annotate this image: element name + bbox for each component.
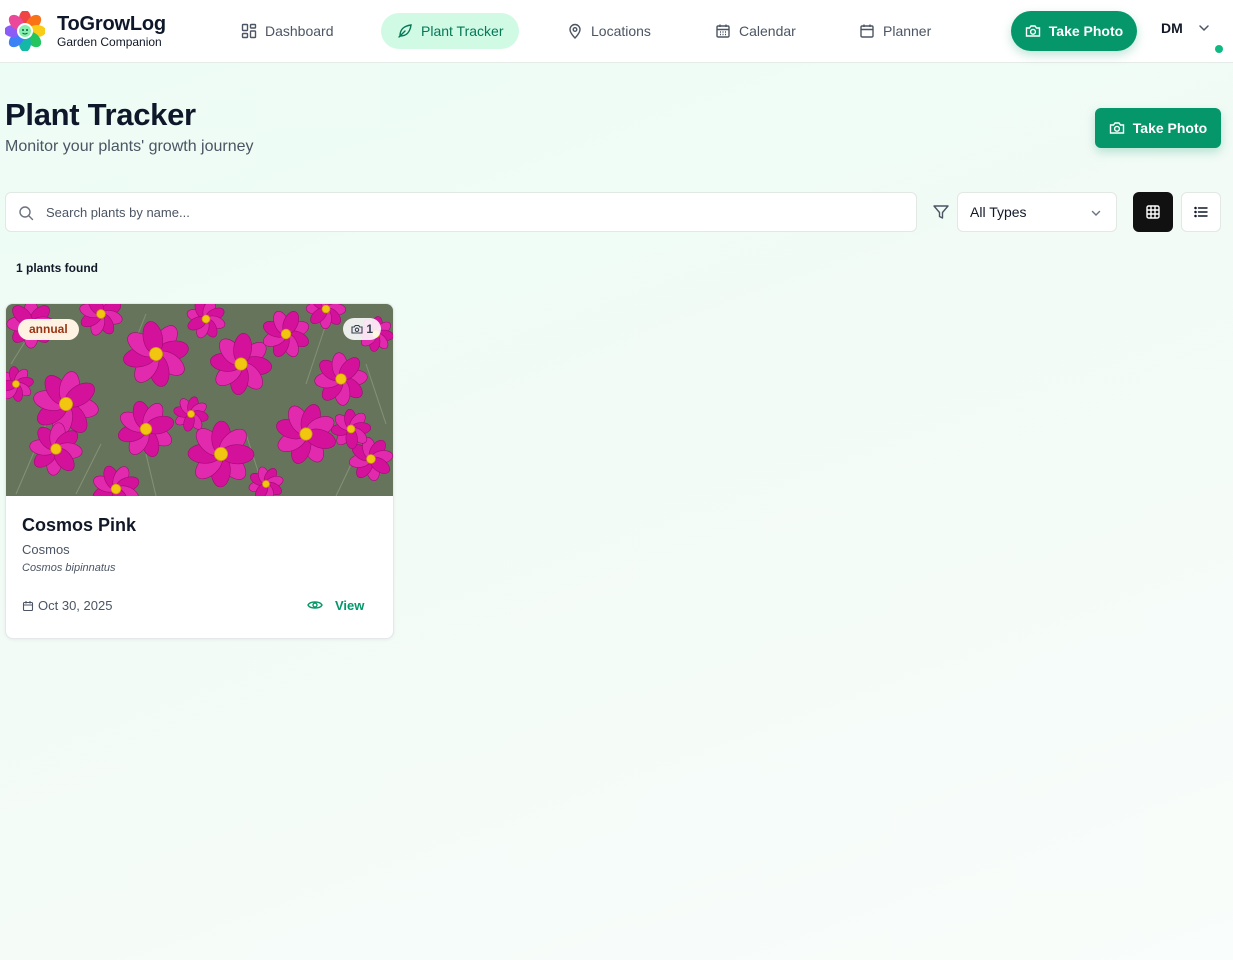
- nav-item-label: Planner: [883, 23, 932, 39]
- nav-item-label: Calendar: [739, 23, 796, 39]
- type-filter-value: All Types: [970, 204, 1027, 220]
- list-view-button[interactable]: [1181, 192, 1221, 232]
- app-name: ToGrowLog: [57, 13, 166, 35]
- calendar-icon: [860, 24, 874, 38]
- layout-grid-icon: [241, 23, 257, 39]
- results-count: 1 plants found: [16, 261, 98, 275]
- user-menu[interactable]: DM: [1161, 20, 1211, 36]
- nav-item-dashboard[interactable]: Dashboard: [225, 13, 350, 49]
- page-subtitle: Monitor your plants' growth journey: [5, 138, 254, 155]
- page-take-photo-button[interactable]: Take Photo: [1095, 108, 1221, 148]
- nav-item-locations[interactable]: Locations: [551, 13, 667, 49]
- nav-item-label: Locations: [591, 23, 651, 39]
- calendar-icon: [22, 600, 34, 611]
- plant-scientific-name: Cosmos bipinnatus: [22, 562, 116, 574]
- search-box: [5, 192, 917, 232]
- page-title: Plant Tracker: [5, 97, 196, 132]
- flower-logo-icon: [5, 11, 45, 51]
- nav-item-label: Dashboard: [265, 23, 334, 39]
- header-take-photo-button[interactable]: Take Photo: [1011, 11, 1137, 51]
- plant-type-badge: annual: [18, 319, 79, 340]
- grid-icon: [1146, 205, 1160, 219]
- calendar-icon: [716, 24, 730, 38]
- camera-icon: [1025, 25, 1040, 37]
- photo-count: 1: [366, 322, 373, 336]
- app-tagline: Garden Companion: [57, 35, 162, 49]
- chevron-down-icon: [1091, 210, 1101, 216]
- plant-date: Oct 30, 2025: [22, 598, 112, 613]
- nav-item-plant-tracker[interactable]: Plant Tracker: [381, 13, 520, 49]
- search-icon: [19, 206, 34, 221]
- chevron-down-icon: [1199, 25, 1209, 32]
- plant-name: Cosmos Pink: [22, 515, 137, 535]
- photo-count-badge: 1: [343, 318, 381, 340]
- plant-common-name: Cosmos: [22, 542, 70, 557]
- nav-item-label: Plant Tracker: [421, 23, 504, 39]
- camera-icon: [1109, 122, 1124, 134]
- filter-icon: [933, 205, 949, 219]
- plant-card[interactable]: annual 1 Cosmos Pink Cosmos Cosmos bipin…: [5, 303, 394, 639]
- user-initials: DM: [1161, 20, 1183, 36]
- nav-item-planner[interactable]: Planner: [843, 13, 947, 49]
- online-status-dot: [1215, 45, 1223, 53]
- plant-date-text: Oct 30, 2025: [38, 598, 113, 613]
- camera-icon: [351, 324, 363, 334]
- view-plant-button[interactable]: View: [307, 597, 364, 613]
- search-input[interactable]: [46, 193, 906, 231]
- leaf-icon: [398, 24, 412, 38]
- map-pin-icon: [569, 23, 581, 39]
- eye-icon: [307, 601, 323, 609]
- type-filter-select[interactable]: All Types: [957, 192, 1117, 232]
- list-icon: [1194, 206, 1208, 218]
- nav-item-calendar[interactable]: Calendar: [699, 13, 812, 49]
- grid-view-button[interactable]: [1133, 192, 1173, 232]
- top-navigation-bar: ToGrowLog Garden Companion Dashboard Pla…: [0, 0, 1233, 63]
- brand[interactable]: ToGrowLog Garden Companion: [5, 11, 166, 51]
